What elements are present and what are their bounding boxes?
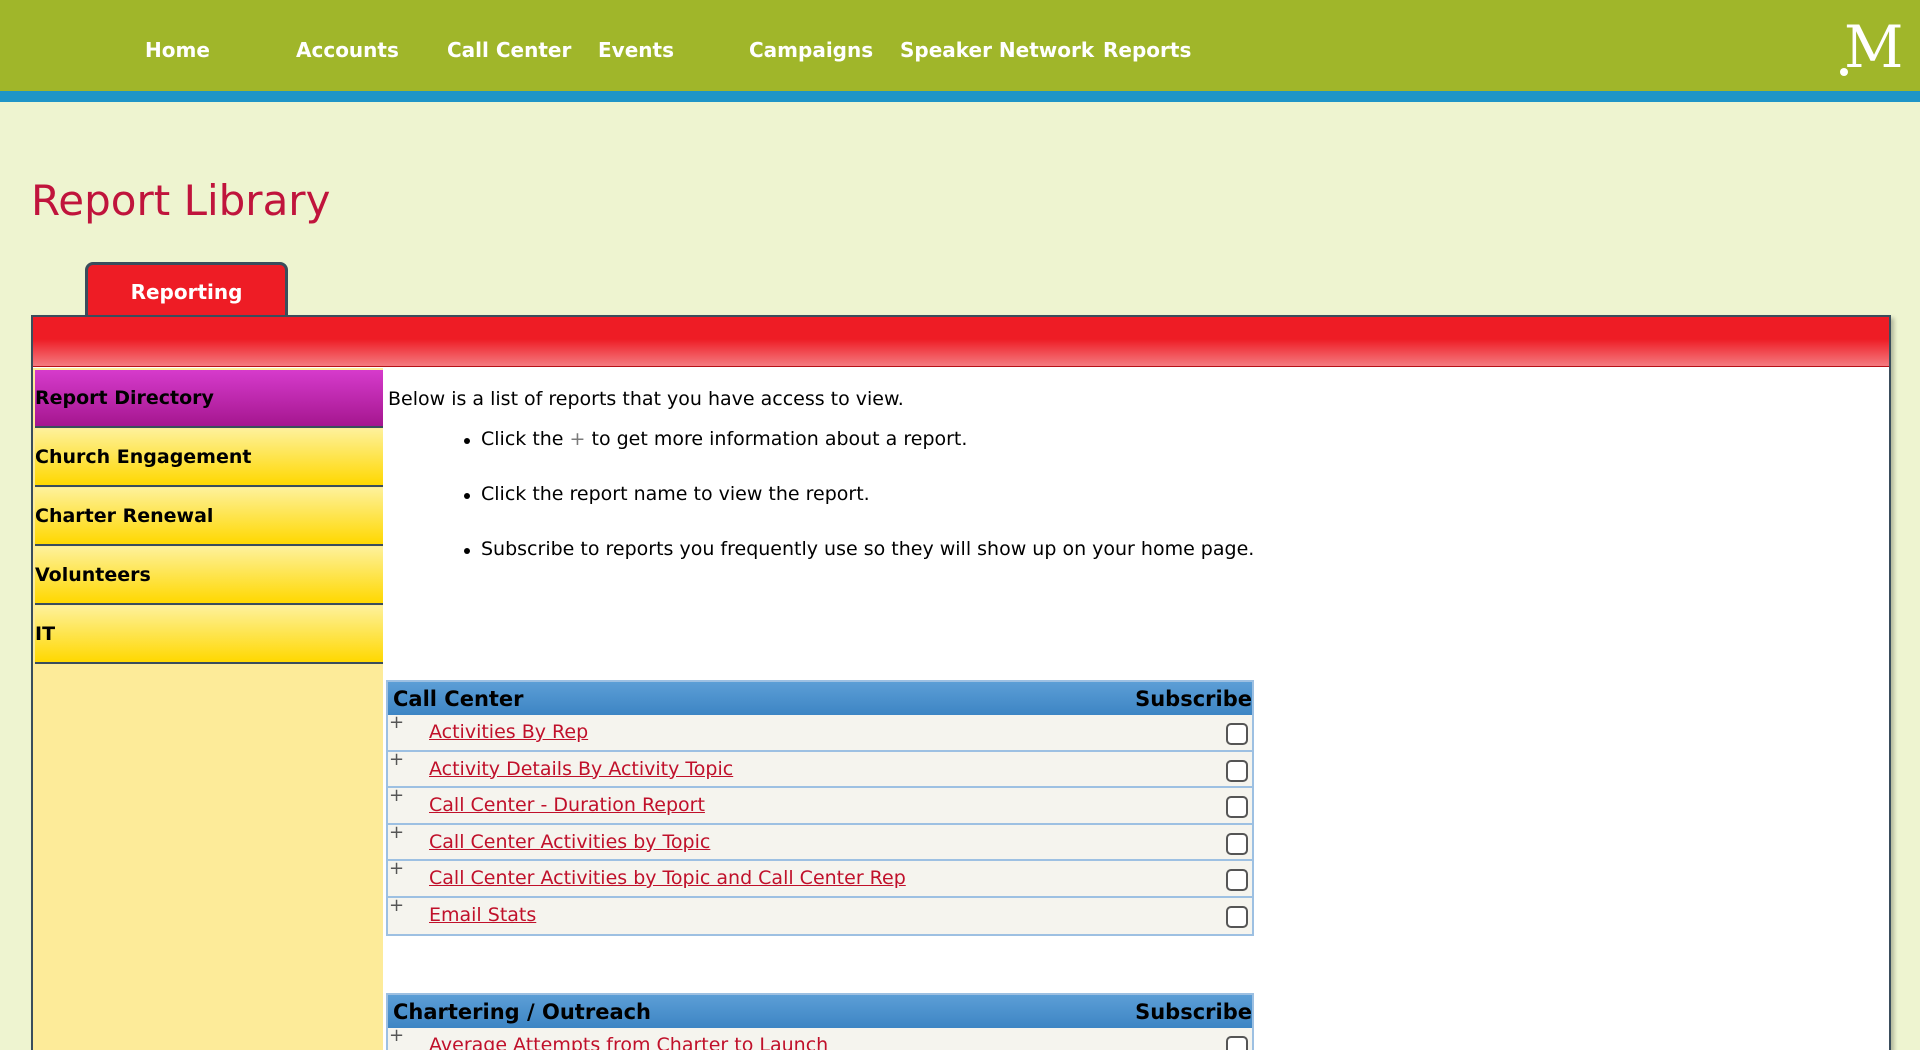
subscribe-checkbox[interactable]	[1226, 796, 1248, 818]
nav-call-center[interactable]: Call Center	[447, 38, 571, 62]
content-area: Below is a list of reports that you have…	[386, 368, 1886, 1050]
expand-plus-icon[interactable]: +	[389, 860, 404, 878]
report-link[interactable]: Call Center - Duration Report	[429, 794, 705, 816]
subscribe-header: Subscribe	[1135, 999, 1252, 1024]
instruction-item: Click the report name to view the report…	[461, 483, 1254, 538]
page-title: Report Library	[31, 176, 331, 225]
table-row: + Activity Details By Activity Topic	[388, 750, 1252, 788]
table-row: + Activities By Rep	[388, 714, 1252, 752]
table-header: Call Center Subscribe	[388, 682, 1252, 715]
subscribe-checkbox[interactable]	[1226, 1036, 1248, 1050]
top-nav-bar: Home Accounts Call Center Events Campaig…	[0, 0, 1920, 91]
report-link[interactable]: Average Attempts from Charter to Launch	[429, 1034, 828, 1050]
report-link[interactable]: Email Stats	[429, 904, 536, 926]
expand-plus-icon[interactable]: +	[389, 1027, 404, 1045]
nav-campaigns[interactable]: Campaigns	[749, 38, 873, 62]
expand-plus-icon[interactable]: +	[389, 896, 404, 915]
instruction-text: to get more information about a report.	[585, 428, 968, 450]
report-link[interactable]: Activities By Rep	[429, 721, 588, 743]
subscribe-checkbox[interactable]	[1226, 832, 1248, 855]
nav-events[interactable]: Events	[598, 38, 674, 62]
report-panel: Report Directory Church Engagement Chart…	[31, 315, 1891, 1050]
instruction-item: Subscribe to reports you frequently use …	[461, 538, 1254, 593]
subscribe-header: Subscribe	[1135, 686, 1252, 711]
table-title: Call Center	[393, 686, 524, 711]
brand-logo[interactable]: M	[1838, 16, 1903, 82]
table-row: + Average Attempts from Charter to Launc…	[388, 1027, 1252, 1050]
instruction-list: Click the + to get more information abou…	[461, 428, 1254, 593]
logo-letter: M	[1844, 13, 1904, 81]
instruction-item: Click the + to get more information abou…	[461, 428, 1254, 483]
nav-reports[interactable]: Reports	[1103, 38, 1191, 62]
sidebar-item-charter-renewal[interactable]: Charter Renewal	[35, 488, 383, 546]
expand-plus-icon[interactable]: +	[389, 787, 404, 805]
sidebar-item-church-engagement[interactable]: Church Engagement	[35, 429, 383, 487]
expand-plus-icon[interactable]: +	[389, 823, 404, 842]
table-row: + Email Stats	[388, 896, 1252, 935]
expand-plus-icon[interactable]: +	[389, 750, 404, 769]
report-table-call-center: Call Center Subscribe + Activities By Re…	[386, 680, 1254, 936]
panel-header-bar	[33, 317, 1889, 367]
subscribe-checkbox[interactable]	[1226, 905, 1248, 928]
expand-plus-icon[interactable]: +	[389, 714, 404, 732]
intro-text: Below is a list of reports that you have…	[388, 388, 904, 410]
instruction-text: Click the	[481, 428, 570, 450]
subscribe-checkbox[interactable]	[1226, 723, 1248, 745]
tab-reporting[interactable]: Reporting	[85, 262, 288, 318]
nav-accounts[interactable]: Accounts	[296, 38, 399, 62]
report-table-chartering-outreach: Chartering / Outreach Subscribe + Averag…	[386, 993, 1254, 1050]
table-row: + Call Center Activities by Topic and Ca…	[388, 860, 1252, 898]
table-row: + Call Center Activities by Topic	[388, 823, 1252, 861]
nav-accent-stripe	[0, 91, 1920, 102]
subscribe-checkbox[interactable]	[1226, 759, 1248, 782]
nav-home[interactable]: Home	[145, 38, 210, 62]
table-title: Chartering / Outreach	[393, 999, 652, 1024]
sidebar: Report Directory Church Engagement Chart…	[33, 368, 383, 1050]
sidebar-item-volunteers[interactable]: Volunteers	[35, 547, 383, 605]
sidebar-item-it[interactable]: IT	[35, 606, 383, 664]
sidebar-item-report-directory[interactable]: Report Directory	[35, 370, 383, 428]
subscribe-checkbox[interactable]	[1226, 869, 1248, 891]
nav-speaker-network[interactable]: Speaker Network	[900, 38, 1094, 62]
table-header: Chartering / Outreach Subscribe	[388, 995, 1252, 1028]
report-link[interactable]: Activity Details By Activity Topic	[429, 758, 733, 780]
report-link[interactable]: Call Center Activities by Topic and Call…	[429, 867, 906, 889]
report-link[interactable]: Call Center Activities by Topic	[429, 831, 710, 853]
table-row: + Call Center - Duration Report	[388, 787, 1252, 825]
plus-icon: +	[569, 428, 586, 450]
